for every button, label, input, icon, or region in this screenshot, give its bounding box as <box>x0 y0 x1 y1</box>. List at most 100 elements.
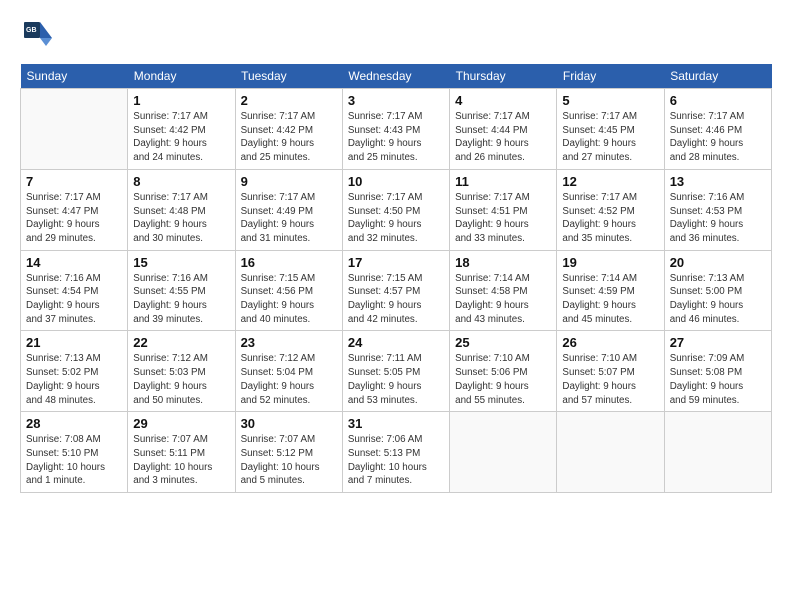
day-number: 5 <box>562 93 658 108</box>
day-info: Sunrise: 7:11 AM Sunset: 5:05 PM Dayligh… <box>348 352 444 407</box>
calendar-cell: 4 Sunrise: 7:17 AM Sunset: 4:44 PM Daylig… <box>450 89 557 170</box>
day-info: Sunrise: 7:17 AM Sunset: 4:44 PM Dayligh… <box>455 110 551 165</box>
day-info: Sunrise: 7:16 AM Sunset: 4:53 PM Dayligh… <box>670 191 766 246</box>
day-number: 7 <box>26 174 122 189</box>
day-number: 23 <box>241 335 337 350</box>
calendar-cell: 3Sunrise: 7:17 AM Sunset: 4:43 PM Daylig… <box>342 89 449 170</box>
weekday-thursday: Thursday <box>450 64 557 89</box>
weekday-friday: Friday <box>557 64 664 89</box>
day-number: 18 <box>455 255 551 270</box>
calendar-cell: 24 Sunrise: 7:11 AM Sunset: 5:05 PM Dayli… <box>342 331 449 412</box>
day-info: Sunrise: 7:17 AM Sunset: 4:48 PM Dayligh… <box>133 191 229 246</box>
day-number: 10 <box>348 174 444 189</box>
week-row-0: 1 Sunrise: 7:17 AM Sunset: 4:42 PM Daylig… <box>21 89 772 170</box>
day-number: 16 <box>241 255 337 270</box>
day-number: 1 <box>133 93 229 108</box>
day-number: 12 <box>562 174 658 189</box>
calendar-cell <box>557 412 664 493</box>
calendar-cell: 2 Sunrise: 7:17 AM Sunset: 4:42 PM Daylig… <box>235 89 342 170</box>
day-number: 15 <box>133 255 229 270</box>
calendar-cell: 25Sunrise: 7:10 AM Sunset: 5:06 PM Dayli… <box>450 331 557 412</box>
calendar-cell: 30 Sunrise: 7:07 AM Sunset: 5:12 PM Dayli… <box>235 412 342 493</box>
calendar-cell: 20 Sunrise: 7:13 AM Sunset: 5:00 PM Dayli… <box>664 250 771 331</box>
day-number: 2 <box>241 93 337 108</box>
week-row-2: 14 Sunrise: 7:16 AM Sunset: 4:54 PM Dayli… <box>21 250 772 331</box>
calendar-cell <box>450 412 557 493</box>
calendar-cell <box>664 412 771 493</box>
svg-text:GB: GB <box>26 27 37 34</box>
day-info: Sunrise: 7:16 AM Sunset: 4:55 PM Dayligh… <box>133 272 229 327</box>
day-info: Sunrise: 7:13 AM Sunset: 5:00 PM Dayligh… <box>670 272 766 327</box>
day-info: Sunrise: 7:17 AM Sunset: 4:50 PM Dayligh… <box>348 191 444 246</box>
calendar-cell: 7 Sunrise: 7:17 AM Sunset: 4:47 PM Daylig… <box>21 169 128 250</box>
calendar-cell: 23Sunrise: 7:12 AM Sunset: 5:04 PM Dayli… <box>235 331 342 412</box>
weekday-monday: Monday <box>128 64 235 89</box>
day-info: Sunrise: 7:17 AM Sunset: 4:43 PM Dayligh… <box>348 110 444 165</box>
day-info: Sunrise: 7:17 AM Sunset: 4:42 PM Dayligh… <box>241 110 337 165</box>
day-info: Sunrise: 7:16 AM Sunset: 4:54 PM Dayligh… <box>26 272 122 327</box>
day-number: 20 <box>670 255 766 270</box>
weekday-sunday: Sunday <box>21 64 128 89</box>
day-number: 19 <box>562 255 658 270</box>
day-info: Sunrise: 7:07 AM Sunset: 5:12 PM Dayligh… <box>241 433 337 488</box>
calendar-cell: 28 Sunrise: 7:08 AM Sunset: 5:10 PM Dayli… <box>21 412 128 493</box>
day-info: Sunrise: 7:15 AM Sunset: 4:57 PM Dayligh… <box>348 272 444 327</box>
day-number: 24 <box>348 335 444 350</box>
calendar-cell: 14 Sunrise: 7:16 AM Sunset: 4:54 PM Dayli… <box>21 250 128 331</box>
calendar-cell: 27Sunrise: 7:09 AM Sunset: 5:08 PM Dayli… <box>664 331 771 412</box>
calendar-cell: 5Sunrise: 7:17 AM Sunset: 4:45 PM Daylig… <box>557 89 664 170</box>
week-row-1: 7 Sunrise: 7:17 AM Sunset: 4:47 PM Daylig… <box>21 169 772 250</box>
day-info: Sunrise: 7:17 AM Sunset: 4:47 PM Dayligh… <box>26 191 122 246</box>
calendar-cell: 15 Sunrise: 7:16 AM Sunset: 4:55 PM Dayli… <box>128 250 235 331</box>
day-number: 4 <box>455 93 551 108</box>
day-info: Sunrise: 7:08 AM Sunset: 5:10 PM Dayligh… <box>26 433 122 488</box>
calendar-cell: 29 Sunrise: 7:07 AM Sunset: 5:11 PM Dayli… <box>128 412 235 493</box>
day-info: Sunrise: 7:13 AM Sunset: 5:02 PM Dayligh… <box>26 352 122 407</box>
calendar-cell: 31 Sunrise: 7:06 AM Sunset: 5:13 PM Dayli… <box>342 412 449 493</box>
day-number: 30 <box>241 416 337 431</box>
weekday-header: SundayMondayTuesdayWednesdayThursdayFrid… <box>21 64 772 89</box>
calendar-cell: 19 Sunrise: 7:14 AM Sunset: 4:59 PM Dayli… <box>557 250 664 331</box>
day-number: 17 <box>348 255 444 270</box>
day-number: 21 <box>26 335 122 350</box>
calendar-cell: 10 Sunrise: 7:17 AM Sunset: 4:50 PM Dayli… <box>342 169 449 250</box>
day-number: 31 <box>348 416 444 431</box>
weekday-saturday: Saturday <box>664 64 771 89</box>
calendar-cell <box>21 89 128 170</box>
calendar-cell: 13 Sunrise: 7:16 AM Sunset: 4:53 PM Dayli… <box>664 169 771 250</box>
page: GB SundayMondayTuesdayWednesdayThursdayF… <box>0 0 792 503</box>
calendar-cell: 6 Sunrise: 7:17 AM Sunset: 4:46 PM Daylig… <box>664 89 771 170</box>
calendar-table: SundayMondayTuesdayWednesdayThursdayFrid… <box>20 64 772 493</box>
day-number: 6 <box>670 93 766 108</box>
calendar-cell: 11Sunrise: 7:17 AM Sunset: 4:51 PM Dayli… <box>450 169 557 250</box>
day-info: Sunrise: 7:12 AM Sunset: 5:03 PM Dayligh… <box>133 352 229 407</box>
day-info: Sunrise: 7:17 AM Sunset: 4:42 PM Dayligh… <box>133 110 229 165</box>
calendar-cell: 8Sunrise: 7:17 AM Sunset: 4:48 PM Daylig… <box>128 169 235 250</box>
day-info: Sunrise: 7:06 AM Sunset: 5:13 PM Dayligh… <box>348 433 444 488</box>
day-number: 14 <box>26 255 122 270</box>
day-info: Sunrise: 7:17 AM Sunset: 4:46 PM Dayligh… <box>670 110 766 165</box>
day-info: Sunrise: 7:17 AM Sunset: 4:49 PM Dayligh… <box>241 191 337 246</box>
header: GB <box>20 18 772 54</box>
day-info: Sunrise: 7:09 AM Sunset: 5:08 PM Dayligh… <box>670 352 766 407</box>
calendar-cell: 1 Sunrise: 7:17 AM Sunset: 4:42 PM Daylig… <box>128 89 235 170</box>
logo: GB <box>20 18 60 54</box>
calendar-cell: 17 Sunrise: 7:15 AM Sunset: 4:57 PM Dayli… <box>342 250 449 331</box>
day-number: 26 <box>562 335 658 350</box>
day-info: Sunrise: 7:07 AM Sunset: 5:11 PM Dayligh… <box>133 433 229 488</box>
day-info: Sunrise: 7:10 AM Sunset: 5:06 PM Dayligh… <box>455 352 551 407</box>
day-number: 9 <box>241 174 337 189</box>
week-row-3: 21 Sunrise: 7:13 AM Sunset: 5:02 PM Dayli… <box>21 331 772 412</box>
calendar-cell: 18 Sunrise: 7:14 AM Sunset: 4:58 PM Dayli… <box>450 250 557 331</box>
calendar-cell: 12 Sunrise: 7:17 AM Sunset: 4:52 PM Dayli… <box>557 169 664 250</box>
weekday-tuesday: Tuesday <box>235 64 342 89</box>
day-info: Sunrise: 7:17 AM Sunset: 4:52 PM Dayligh… <box>562 191 658 246</box>
day-info: Sunrise: 7:15 AM Sunset: 4:56 PM Dayligh… <box>241 272 337 327</box>
calendar-cell: 22Sunrise: 7:12 AM Sunset: 5:03 PM Dayli… <box>128 331 235 412</box>
day-number: 29 <box>133 416 229 431</box>
day-number: 28 <box>26 416 122 431</box>
day-info: Sunrise: 7:14 AM Sunset: 4:59 PM Dayligh… <box>562 272 658 327</box>
day-info: Sunrise: 7:14 AM Sunset: 4:58 PM Dayligh… <box>455 272 551 327</box>
day-info: Sunrise: 7:17 AM Sunset: 4:51 PM Dayligh… <box>455 191 551 246</box>
day-number: 13 <box>670 174 766 189</box>
